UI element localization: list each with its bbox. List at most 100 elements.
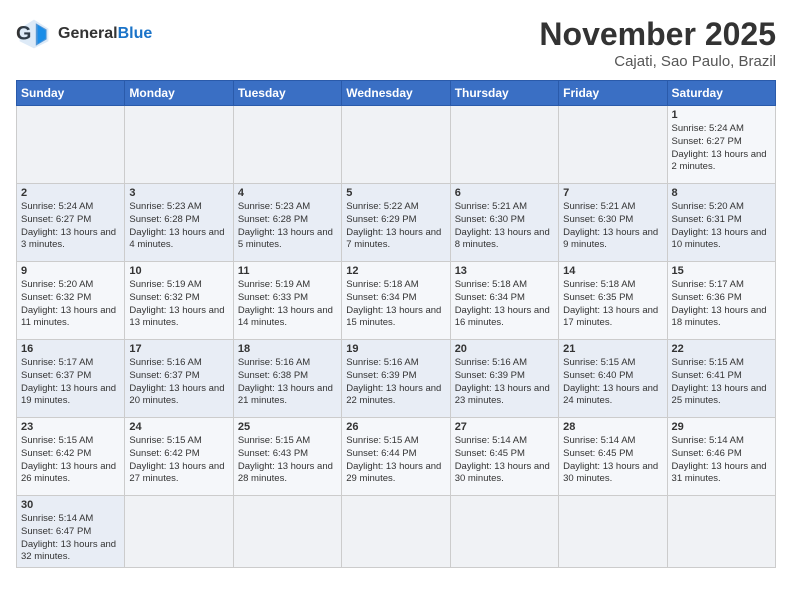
logo: G GeneralBlue: [16, 16, 152, 52]
day-number: 4: [238, 187, 337, 199]
calendar-cell: 9 Sunrise: 5:20 AMSunset: 6:32 PMDaylight…: [17, 262, 125, 340]
cell-daylight-info: Sunrise: 5:24 AMSunset: 6:27 PMDaylight:…: [672, 123, 771, 174]
cell-daylight-info: Sunrise: 5:15 AMSunset: 6:40 PMDaylight:…: [563, 357, 662, 408]
day-number: 25: [238, 421, 337, 433]
calendar-cell: 15 Sunrise: 5:17 AMSunset: 6:36 PMDayligh…: [667, 262, 775, 340]
calendar-cell: [559, 496, 667, 568]
calendar-week-3: 9 Sunrise: 5:20 AMSunset: 6:32 PMDaylight…: [17, 262, 776, 340]
col-header-thursday: Thursday: [450, 81, 558, 106]
day-number: 9: [21, 265, 120, 277]
cell-daylight-info: Sunrise: 5:14 AMSunset: 6:45 PMDaylight:…: [455, 435, 554, 486]
day-number: 15: [672, 265, 771, 277]
day-number: 11: [238, 265, 337, 277]
day-number: 22: [672, 343, 771, 355]
day-number: 7: [563, 187, 662, 199]
cell-daylight-info: Sunrise: 5:20 AMSunset: 6:31 PMDaylight:…: [672, 201, 771, 252]
location: Cajati, Sao Paulo, Brazil: [539, 53, 776, 70]
cell-daylight-info: Sunrise: 5:24 AMSunset: 6:27 PMDaylight:…: [21, 201, 120, 252]
day-number: 20: [455, 343, 554, 355]
calendar-cell: 4 Sunrise: 5:23 AMSunset: 6:28 PMDaylight…: [233, 184, 341, 262]
cell-daylight-info: Sunrise: 5:21 AMSunset: 6:30 PMDaylight:…: [455, 201, 554, 252]
cell-daylight-info: Sunrise: 5:17 AMSunset: 6:36 PMDaylight:…: [672, 279, 771, 330]
logo-icon: G: [16, 16, 52, 52]
cell-daylight-info: Sunrise: 5:23 AMSunset: 6:28 PMDaylight:…: [238, 201, 337, 252]
calendar-cell: 13 Sunrise: 5:18 AMSunset: 6:34 PMDayligh…: [450, 262, 558, 340]
calendar-cell: [233, 496, 341, 568]
day-number: 17: [129, 343, 228, 355]
page-header: G GeneralBlue November 2025 Cajati, Sao …: [16, 16, 776, 70]
calendar-cell: 14 Sunrise: 5:18 AMSunset: 6:35 PMDayligh…: [559, 262, 667, 340]
title-block: November 2025 Cajati, Sao Paulo, Brazil: [539, 16, 776, 70]
calendar-cell: 6Sunrise: 5:21 AMSunset: 6:30 PMDaylight…: [450, 184, 558, 262]
calendar-cell: 20 Sunrise: 5:16 AMSunset: 6:39 PMDayligh…: [450, 340, 558, 418]
day-number: 1: [672, 109, 771, 121]
calendar-cell: 26Sunrise: 5:15 AMSunset: 6:44 PMDayligh…: [342, 418, 450, 496]
calendar-cell: [342, 496, 450, 568]
col-header-saturday: Saturday: [667, 81, 775, 106]
cell-daylight-info: Sunrise: 5:14 AMSunset: 6:46 PMDaylight:…: [672, 435, 771, 486]
day-number: 13: [455, 265, 554, 277]
day-number: 10: [129, 265, 228, 277]
day-number: 18: [238, 343, 337, 355]
cell-daylight-info: Sunrise: 5:18 AMSunset: 6:35 PMDaylight:…: [563, 279, 662, 330]
calendar-cell: 3Sunrise: 5:23 AMSunset: 6:28 PMDaylight…: [125, 184, 233, 262]
calendar-cell: 29 Sunrise: 5:14 AMSunset: 6:46 PMDayligh…: [667, 418, 775, 496]
col-header-monday: Monday: [125, 81, 233, 106]
cell-daylight-info: Sunrise: 5:14 AMSunset: 6:47 PMDaylight:…: [21, 513, 120, 564]
calendar-cell: [125, 106, 233, 184]
cell-daylight-info: Sunrise: 5:19 AMSunset: 6:33 PMDaylight:…: [238, 279, 337, 330]
col-header-sunday: Sunday: [17, 81, 125, 106]
day-number: 30: [21, 499, 120, 511]
calendar-cell: 7Sunrise: 5:21 AMSunset: 6:30 PMDaylight…: [559, 184, 667, 262]
day-number: 27: [455, 421, 554, 433]
calendar-table: SundayMondayTuesdayWednesdayThursdayFrid…: [16, 80, 776, 568]
calendar-cell: 5Sunrise: 5:22 AMSunset: 6:29 PMDaylight…: [342, 184, 450, 262]
calendar-cell: [17, 106, 125, 184]
calendar-week-1: 1 Sunrise: 5:24 AMSunset: 6:27 PMDaylight…: [17, 106, 776, 184]
calendar-cell: 21 Sunrise: 5:15 AMSunset: 6:40 PMDayligh…: [559, 340, 667, 418]
day-number: 21: [563, 343, 662, 355]
calendar-cell: 28 Sunrise: 5:14 AMSunset: 6:45 PMDayligh…: [559, 418, 667, 496]
calendar-cell: 18 Sunrise: 5:16 AMSunset: 6:38 PMDayligh…: [233, 340, 341, 418]
cell-daylight-info: Sunrise: 5:20 AMSunset: 6:32 PMDaylight:…: [21, 279, 120, 330]
day-number: 12: [346, 265, 445, 277]
cell-daylight-info: Sunrise: 5:18 AMSunset: 6:34 PMDaylight:…: [455, 279, 554, 330]
calendar-cell: 19Sunrise: 5:16 AMSunset: 6:39 PMDayligh…: [342, 340, 450, 418]
calendar-cell: 25 Sunrise: 5:15 AMSunset: 6:43 PMDayligh…: [233, 418, 341, 496]
calendar-cell: 2Sunrise: 5:24 AMSunset: 6:27 PMDaylight…: [17, 184, 125, 262]
day-number: 8: [672, 187, 771, 199]
calendar-week-6: 30 Sunrise: 5:14 AMSunset: 6:47 PMDayligh…: [17, 496, 776, 568]
cell-daylight-info: Sunrise: 5:16 AMSunset: 6:38 PMDaylight:…: [238, 357, 337, 408]
cell-daylight-info: Sunrise: 5:15 AMSunset: 6:42 PMDaylight:…: [129, 435, 228, 486]
calendar-cell: [667, 496, 775, 568]
day-number: 26: [346, 421, 445, 433]
day-number: 29: [672, 421, 771, 433]
col-header-tuesday: Tuesday: [233, 81, 341, 106]
day-number: 14: [563, 265, 662, 277]
calendar-cell: [559, 106, 667, 184]
calendar-cell: 11 Sunrise: 5:19 AMSunset: 6:33 PMDayligh…: [233, 262, 341, 340]
calendar-cell: 27 Sunrise: 5:14 AMSunset: 6:45 PMDayligh…: [450, 418, 558, 496]
calendar-cell: [125, 496, 233, 568]
calendar-header-row: SundayMondayTuesdayWednesdayThursdayFrid…: [17, 81, 776, 106]
calendar-cell: 10Sunrise: 5:19 AMSunset: 6:32 PMDayligh…: [125, 262, 233, 340]
calendar-cell: 12Sunrise: 5:18 AMSunset: 6:34 PMDayligh…: [342, 262, 450, 340]
day-number: 16: [21, 343, 120, 355]
cell-daylight-info: Sunrise: 5:15 AMSunset: 6:41 PMDaylight:…: [672, 357, 771, 408]
calendar-week-4: 16 Sunrise: 5:17 AMSunset: 6:37 PMDayligh…: [17, 340, 776, 418]
cell-daylight-info: Sunrise: 5:17 AMSunset: 6:37 PMDaylight:…: [21, 357, 120, 408]
col-header-friday: Friday: [559, 81, 667, 106]
calendar-cell: 23Sunrise: 5:15 AMSunset: 6:42 PMDayligh…: [17, 418, 125, 496]
day-number: 28: [563, 421, 662, 433]
cell-daylight-info: Sunrise: 5:16 AMSunset: 6:39 PMDaylight:…: [455, 357, 554, 408]
cell-daylight-info: Sunrise: 5:23 AMSunset: 6:28 PMDaylight:…: [129, 201, 228, 252]
cell-daylight-info: Sunrise: 5:15 AMSunset: 6:43 PMDaylight:…: [238, 435, 337, 486]
calendar-cell: [450, 106, 558, 184]
cell-daylight-info: Sunrise: 5:16 AMSunset: 6:37 PMDaylight:…: [129, 357, 228, 408]
calendar-cell: [342, 106, 450, 184]
calendar-cell: [233, 106, 341, 184]
day-number: 23: [21, 421, 120, 433]
day-number: 24: [129, 421, 228, 433]
logo-text: GeneralBlue: [58, 25, 152, 43]
cell-daylight-info: Sunrise: 5:14 AMSunset: 6:45 PMDaylight:…: [563, 435, 662, 486]
